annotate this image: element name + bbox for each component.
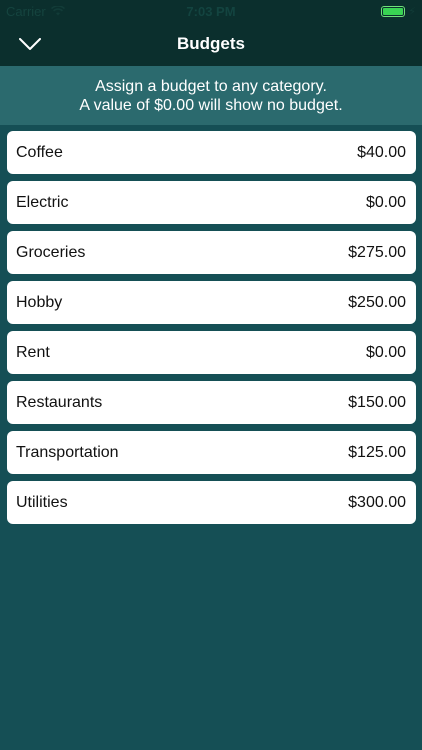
budget-row-hobby[interactable]: Hobby $250.00: [7, 281, 416, 324]
budget-list: Coffee $40.00 Electric $0.00 Groceries $…: [7, 131, 416, 531]
budget-row-coffee[interactable]: Coffee $40.00: [7, 131, 416, 174]
status-bar: Carrier 7:03 PM ⚡: [0, 0, 422, 22]
info-line-2: A value of $0.00 will show no budget.: [79, 96, 343, 114]
budget-amount: $40.00: [357, 143, 406, 161]
status-left: Carrier: [6, 4, 65, 19]
budget-row-groceries[interactable]: Groceries $275.00: [7, 231, 416, 274]
budget-category: Coffee: [16, 143, 63, 161]
budget-amount: $150.00: [348, 393, 406, 411]
budget-category: Utilities: [16, 493, 68, 511]
budget-category: Electric: [16, 193, 69, 211]
budget-category: Hobby: [16, 293, 63, 311]
navigation-bar: Budgets: [0, 22, 422, 66]
page-title: Budgets: [177, 34, 245, 53]
wifi-icon: [50, 6, 65, 16]
budget-amount: $250.00: [348, 293, 406, 311]
carrier-label: Carrier: [6, 3, 46, 19]
budget-row-transportation[interactable]: Transportation $125.00: [7, 431, 416, 474]
budget-row-electric[interactable]: Electric $0.00: [7, 181, 416, 224]
budget-category: Groceries: [16, 243, 86, 261]
budget-row-utilities[interactable]: Utilities $300.00: [7, 481, 416, 524]
budget-amount: $275.00: [348, 243, 406, 261]
budget-amount: $0.00: [365, 343, 406, 361]
charging-bolt-icon: ⚡: [408, 5, 416, 18]
budget-amount: $300.00: [348, 493, 406, 511]
budget-amount: $125.00: [348, 443, 406, 461]
budget-category: Transportation: [16, 443, 119, 461]
budget-category: Rent: [16, 343, 50, 361]
budget-category: Restaurants: [16, 393, 103, 411]
battery-icon: [381, 5, 406, 17]
budget-row-restaurants[interactable]: Restaurants $150.00: [7, 381, 416, 424]
info-line-1: Assign a budget to any category.: [95, 77, 327, 95]
info-banner: Assign a budget to any category. A value…: [0, 66, 422, 125]
budget-row-rent[interactable]: Rent $0.00: [7, 331, 416, 374]
status-right: ⚡: [381, 5, 416, 18]
budgets-screen: Carrier 7:03 PM ⚡ Budgets Assign a budge…: [0, 0, 422, 750]
budget-amount: $0.00: [365, 193, 406, 211]
chevron-down-icon[interactable]: [18, 32, 42, 56]
